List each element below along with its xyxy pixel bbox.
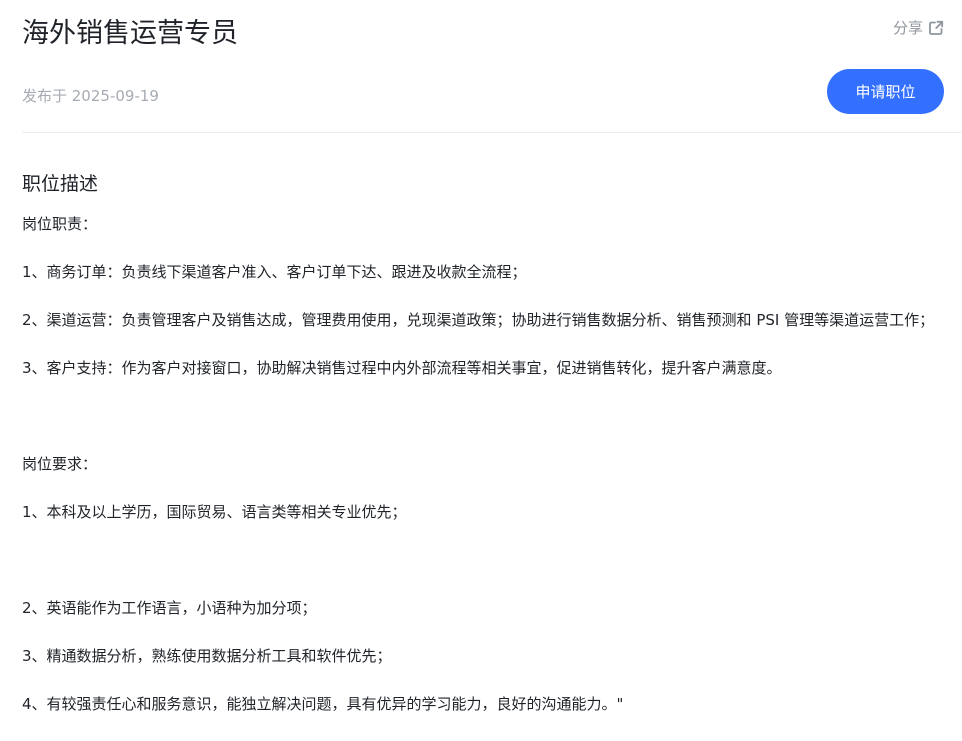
requirement-item: 3、精通数据分析，熟练使用数据分析工具和软件优先； [22, 647, 392, 665]
share-button[interactable]: 分享 [893, 17, 944, 39]
responsibility-item: 3、客户支持：作为客户对接窗口，协助解决销售过程中内外部流程等相关事宜，促进销售… [22, 359, 782, 377]
publish-date: 发布于 2025-09-19 [22, 87, 159, 105]
job-detail-page: 海外销售运营专员 分享 发布于 2025-09-19 申请职位 职位描述 岗位职… [0, 0, 962, 741]
share-label: 分享 [892, 19, 923, 37]
apply-button[interactable]: 申请职位 [827, 69, 944, 114]
requirement-item: 2、英语能作为工作语言，小语种为加分项； [22, 599, 317, 617]
requirements-title: 岗位要求： [22, 455, 98, 473]
requirement-item: 4、有较强责任心和服务意识，能独立解决问题，具有优异的学习能力，良好的沟通能力。… [22, 695, 624, 713]
responsibility-item: 2、渠道运营：负责管理客户及销售达成，管理费用使用，兑现渠道政策；协助进行销售数… [22, 311, 935, 329]
job-description: 岗位职责： 1、商务订单：负责线下渠道客户准入、客户订单下达、跟进及收款全流程；… [22, 212, 952, 716]
responsibility-item: 1、商务订单：负责线下渠道客户准入、客户订单下达、跟进及收款全流程； [22, 263, 527, 281]
requirement-item: 1、本科及以上学历，国际贸易、语言类等相关专业优先； [22, 503, 407, 521]
job-title: 海外销售运营专员 [22, 18, 238, 49]
header-divider [22, 132, 962, 133]
responsibilities-title: 岗位职责： [22, 215, 98, 233]
share-icon [928, 20, 944, 36]
description-heading: 职位描述 [22, 173, 99, 195]
